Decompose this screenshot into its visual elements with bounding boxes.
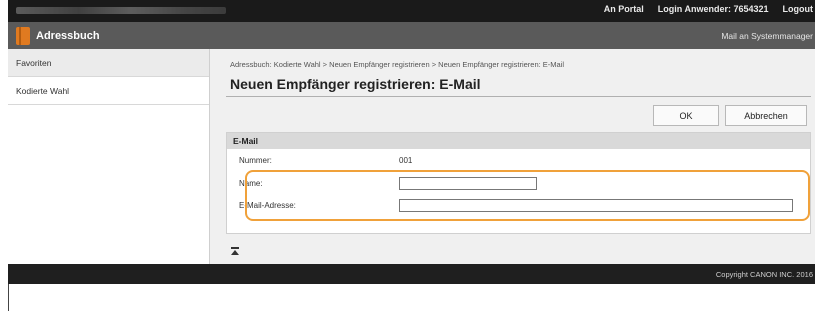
name-label: Name: bbox=[239, 179, 263, 188]
sidebar-item-favorites[interactable]: Favoriten bbox=[8, 49, 209, 77]
email-field[interactable] bbox=[399, 199, 793, 212]
mail-admin-link[interactable]: Mail an Systemmanager bbox=[721, 31, 813, 41]
app-title: Adressbuch bbox=[36, 30, 100, 42]
email-panel: E-Mail Nummer: 001 Name: E-Mail-Adresse: bbox=[226, 132, 811, 234]
blank-area bbox=[8, 284, 815, 311]
blurred-device-info bbox=[16, 7, 226, 14]
panel-header: E-Mail bbox=[227, 133, 810, 149]
logout-link[interactable]: Logout bbox=[783, 4, 814, 14]
title-divider bbox=[226, 96, 811, 97]
main-content: Adressbuch: Kodierte Wahl > Neuen Empfän… bbox=[210, 49, 815, 264]
sidebar: Favoriten Kodierte Wahl bbox=[8, 49, 210, 264]
title-bar: Adressbuch Mail an Systemmanager bbox=[8, 22, 815, 49]
login-user-link[interactable]: Login Anwender: 7654321 bbox=[658, 4, 769, 14]
top-bar: An Portal Login Anwender: 7654321 Logout bbox=[8, 0, 815, 22]
number-label: Nummer: bbox=[239, 156, 272, 165]
footer: Copyright CANON INC. 2016 bbox=[8, 264, 815, 284]
top-links: An Portal Login Anwender: 7654321 Logout bbox=[604, 4, 813, 14]
email-label: E-Mail-Adresse: bbox=[239, 201, 296, 210]
scroll-to-top-icon[interactable] bbox=[231, 247, 239, 256]
copyright-text: Copyright CANON INC. 2016 bbox=[715, 270, 813, 279]
breadcrumb[interactable]: Adressbuch: Kodierte Wahl > Neuen Empfän… bbox=[230, 60, 564, 69]
sidebar-item-coded-dial[interactable]: Kodierte Wahl bbox=[8, 77, 209, 105]
number-value: 001 bbox=[399, 156, 413, 165]
page-title: Neuen Empfänger registrieren: E-Mail bbox=[230, 76, 481, 92]
address-book-icon bbox=[16, 27, 30, 45]
portal-link[interactable]: An Portal bbox=[604, 4, 644, 14]
cancel-button[interactable]: Abbrechen bbox=[725, 105, 807, 126]
name-field[interactable] bbox=[399, 177, 537, 190]
ok-button[interactable]: OK bbox=[653, 105, 719, 126]
